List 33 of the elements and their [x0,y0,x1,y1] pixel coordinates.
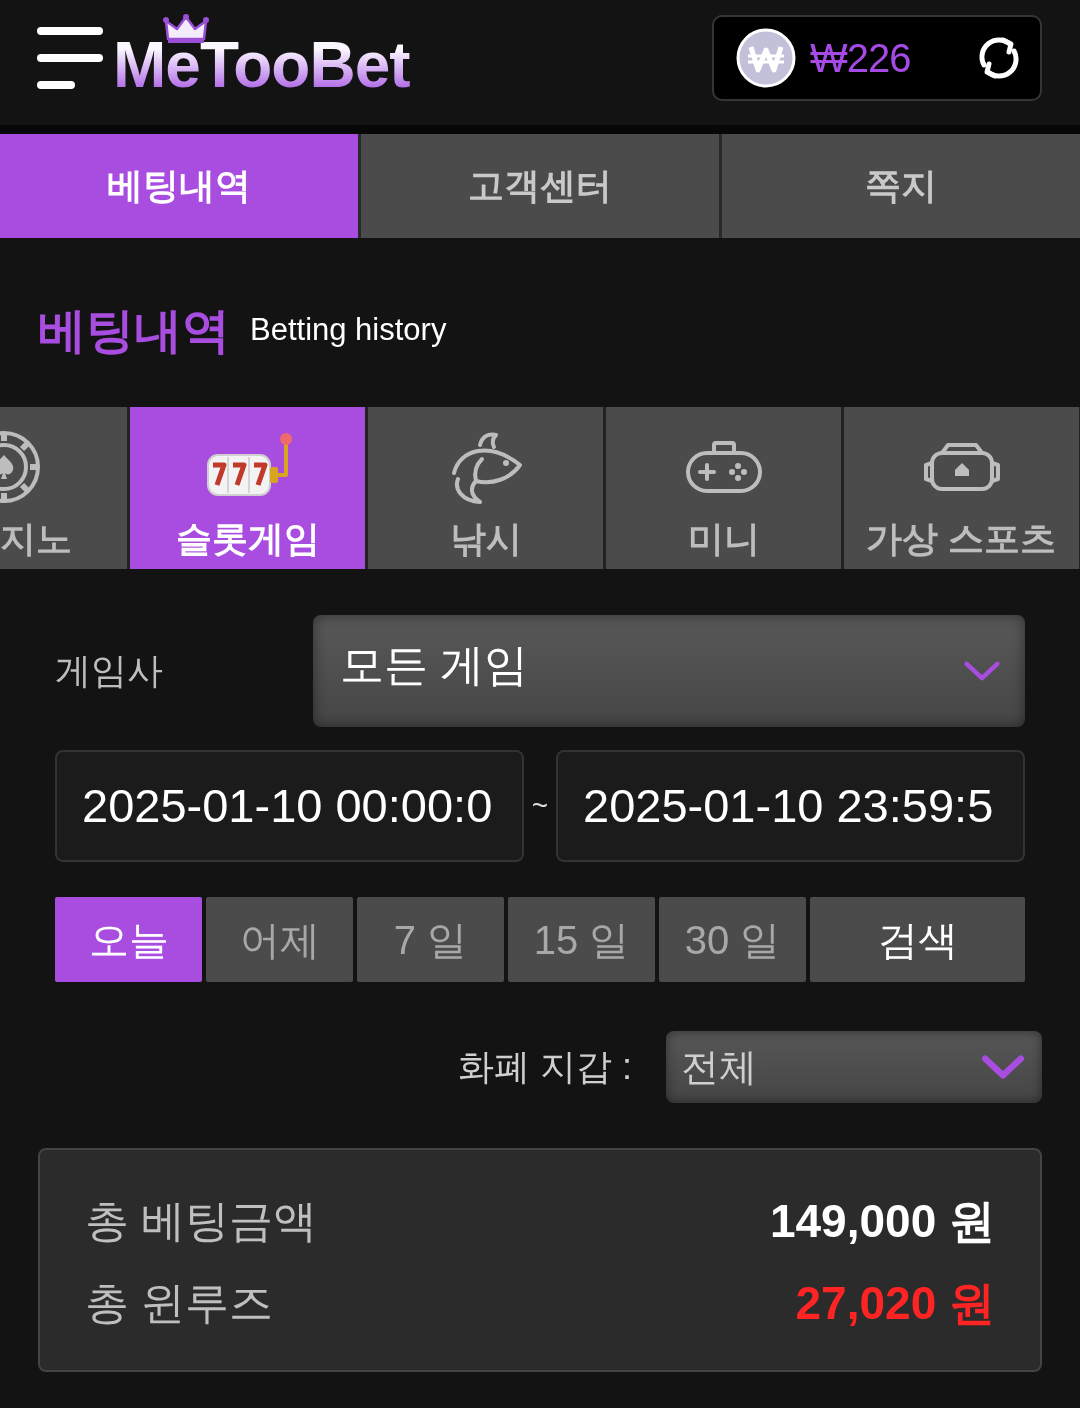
period-button[interactable]: 15 일 [508,897,655,982]
balance-amount: ₩226 [810,35,911,82]
category-tab[interactable]: 미니 [606,407,841,569]
won-coin-icon [736,28,796,88]
provider-label: 게임사 [55,649,163,693]
wallet-label: 화폐 지갑 : [458,1045,632,1089]
chevron-down-icon [964,661,1000,681]
category-tab[interactable]: 가상 스포츠 [844,407,1079,569]
summary-value: 149,000 원 [769,1193,995,1249]
refresh-icon[interactable] [976,35,1022,81]
chevron-down-icon [982,1055,1024,1079]
date-field[interactable]: 2025-01-10 00:00:0 [55,750,524,862]
nav-tab[interactable]: 고객센터 [361,134,719,238]
menu-icon[interactable] [37,26,103,90]
wallet-select[interactable]: 전체 [666,1031,1042,1103]
summary-label: 총 윈루즈 [85,1277,274,1329]
nav-tab[interactable]: 베팅내역 [0,134,358,238]
period-button[interactable]: 30 일 [659,897,806,982]
page-subtitle: Betting history [250,311,447,350]
category-tab[interactable]: 슬롯게임 [130,407,365,569]
search-button[interactable]: 검색 [810,897,1025,982]
provider-select[interactable]: 모든 게임 [313,615,1025,727]
summary-value: 27,020 원 [795,1275,995,1331]
period-button[interactable]: 7 일 [357,897,504,982]
period-button[interactable]: 어제 [206,897,353,982]
range-separator: ~ [530,789,550,823]
nav-tab[interactable]: 쪽지 [722,134,1080,238]
category-tab[interactable]: 낚시 [368,407,603,569]
summary-label: 총 베팅금액 [85,1195,318,1247]
date-field[interactable]: 2025-01-10 23:59:5 [556,750,1025,862]
period-button[interactable]: 오늘 [55,897,202,982]
category-tab[interactable]: 지노 [0,407,127,569]
page-title: 베팅내역 [38,302,230,359]
